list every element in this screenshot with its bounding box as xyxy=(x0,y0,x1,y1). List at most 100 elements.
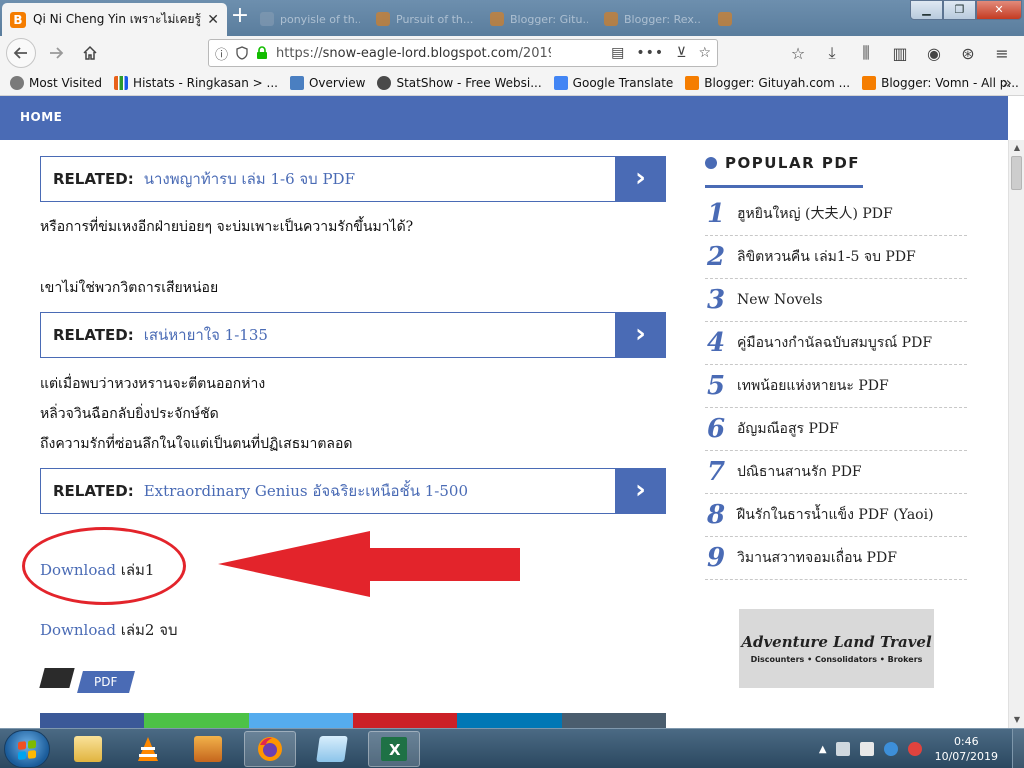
bookmark-overview[interactable]: Overview xyxy=(289,75,365,90)
downloads-icon[interactable]: ⤓ xyxy=(818,39,846,67)
menu-icon[interactable]: ≡ xyxy=(988,39,1016,67)
reader-view-icon[interactable]: ▤ xyxy=(611,45,624,61)
bookmark-histats[interactable]: Histats - Ringkasan > ... xyxy=(114,75,278,90)
page-scrollbar[interactable]: ▲ ▼ xyxy=(1008,140,1024,728)
share-pinterest-button[interactable] xyxy=(352,713,458,728)
sidebar-icon[interactable]: ▥ xyxy=(886,39,914,67)
tag-pdf[interactable]: PDF xyxy=(77,671,135,693)
popular-title[interactable]: ฝืนรักในธารน้ำแข็ง PDF (Yaoi) xyxy=(737,504,934,526)
tab-active[interactable]: B Qi Ni Cheng Yin เพราะไม่เคยรู้ว่า... ✕ xyxy=(2,3,227,36)
share-facebook-button[interactable] xyxy=(40,713,145,728)
bookmark-blogger-gituyah[interactable]: Blogger: Gituyah.com ... xyxy=(685,75,850,90)
background-tab[interactable] xyxy=(712,6,752,32)
ad-banner[interactable]: Adventure Land Travel Discounters • Cons… xyxy=(739,609,934,688)
file-explorer-icon xyxy=(74,736,102,762)
popular-title[interactable]: New Novels xyxy=(737,292,823,308)
back-button[interactable] xyxy=(6,38,36,68)
popular-title[interactable]: ลิขิตหวนคืน เล่ม1-5 จบ PDF xyxy=(737,246,916,268)
start-button[interactable] xyxy=(4,730,50,768)
related-box[interactable]: RELATED: นางพญาท้ารบ เล่ม 1-6 จบ PDF › xyxy=(40,156,666,202)
chevron-more-icon[interactable]: » xyxy=(1002,73,1012,92)
popular-rank: 4 xyxy=(707,328,726,358)
share-twitter-button[interactable] xyxy=(248,713,353,728)
url-bar[interactable]: ⓘ https://snow-eagle-lord.blogspot.com/2… xyxy=(208,39,718,67)
account-icon[interactable]: ◉ xyxy=(920,39,948,67)
popular-title[interactable]: เทพน้อยแห่งหายนะ PDF xyxy=(737,375,889,397)
bookmarks-star-icon[interactable]: ☆ xyxy=(784,39,812,67)
teamviewer-icon[interactable] xyxy=(883,742,898,756)
taskbar-notepad[interactable] xyxy=(306,731,358,767)
taskbar-vlc[interactable] xyxy=(122,731,174,767)
minimize-button[interactable]: ▁ xyxy=(910,0,943,20)
bookmark-most-visited[interactable]: Most Visited xyxy=(10,75,102,90)
share-whatsapp-button[interactable] xyxy=(144,713,249,728)
background-tab[interactable]: ponyisle of th... xyxy=(254,6,366,32)
popular-item[interactable]: 7 ปณิธานสานรัก PDF xyxy=(705,451,967,494)
bookmark-star-icon[interactable]: ☆ xyxy=(698,45,711,61)
forward-button[interactable] xyxy=(42,39,70,67)
download-link-vol2[interactable]: Download xyxy=(40,621,116,639)
taskbar-file-explorer[interactable] xyxy=(62,731,114,767)
page-actions-icon[interactable]: ••• xyxy=(636,45,664,61)
popular-item[interactable]: 1 ฮูหยินใหญ่ (大夫人) PDF xyxy=(705,193,967,236)
show-desktop-button[interactable] xyxy=(1012,729,1024,768)
tab-close-icon[interactable]: ✕ xyxy=(207,12,219,28)
popular-item[interactable]: 3 New Novels xyxy=(705,279,967,322)
close-window-button[interactable]: ✕ xyxy=(976,0,1022,20)
info-icon[interactable]: ⓘ xyxy=(215,44,228,63)
background-tab[interactable]: Blogger: Gitu... xyxy=(484,6,594,32)
related-link[interactable]: นางพญาท้ารบ เล่ม 1-6 จบ PDF xyxy=(144,167,355,191)
taskbar-excel[interactable]: X xyxy=(368,731,420,767)
background-tab[interactable]: Blogger: Rex... xyxy=(598,6,708,32)
nav-home-link[interactable]: HOME xyxy=(20,110,62,124)
new-tab-button[interactable]: + xyxy=(229,4,251,30)
popular-item[interactable]: 6 อัญมณีอสูร PDF xyxy=(705,408,967,451)
tray-expand-icon[interactable]: ▲ xyxy=(819,744,827,755)
taskbar-media-player[interactable] xyxy=(182,731,234,767)
scroll-down-icon[interactable]: ▼ xyxy=(1009,712,1024,728)
taskbar-firefox[interactable] xyxy=(244,731,296,767)
home-button[interactable] xyxy=(76,39,104,67)
excel-icon: X xyxy=(381,737,407,761)
popular-title[interactable]: ปณิธานสานรัก PDF xyxy=(737,461,862,483)
lock-icon[interactable] xyxy=(256,46,268,60)
library-icon[interactable]: ⫼ xyxy=(852,39,880,67)
pocket-icon[interactable]: ⊻ xyxy=(676,45,686,61)
popular-title[interactable]: ฮูหยินใหญ่ (大夫人) PDF xyxy=(737,203,893,225)
popular-title[interactable]: อัญมณีอสูร PDF xyxy=(737,418,839,440)
extension-icon[interactable]: ⊛ xyxy=(954,39,982,67)
share-more-button[interactable] xyxy=(561,713,666,728)
bookmark-statshow[interactable]: StatShow - Free Websi... xyxy=(377,75,542,90)
scroll-thumb[interactable] xyxy=(1011,156,1022,190)
popular-title[interactable]: วิมานสวาทจอมเถื่อน PDF xyxy=(737,547,897,569)
related-link[interactable]: Extraordinary Genius อัจฉริยะเหนือชั้น 1… xyxy=(144,479,468,503)
url-path: /2019/ xyxy=(518,45,551,61)
notification-icon[interactable] xyxy=(907,742,922,756)
chevron-right-icon[interactable]: › xyxy=(615,468,666,514)
bookmark-google-translate[interactable]: Google Translate xyxy=(553,75,673,90)
tracking-shield-icon[interactable] xyxy=(236,46,248,60)
popular-item[interactable]: 4 คู่มือนางกำนัลฉบับสมบูรณ์ PDF xyxy=(705,322,967,365)
popular-item[interactable]: 5 เทพน้อยแห่งหายนะ PDF xyxy=(705,365,967,408)
clock[interactable]: 0:46 10/07/2019 xyxy=(935,734,998,764)
background-tab[interactable]: Pursuit of th... xyxy=(370,6,480,32)
related-box[interactable]: RELATED: Extraordinary Genius อัจฉริยะเห… xyxy=(40,468,666,514)
tab-favicon-icon xyxy=(490,12,504,26)
volume-icon[interactable] xyxy=(859,742,874,756)
chevron-right-icon[interactable]: › xyxy=(615,156,666,202)
network-icon[interactable] xyxy=(835,742,850,756)
bar-chart-icon xyxy=(114,75,129,90)
popular-item[interactable]: 2 ลิขิตหวนคืน เล่ม1-5 จบ PDF xyxy=(705,236,967,279)
share-linkedin-button[interactable] xyxy=(457,713,562,728)
popular-item[interactable]: 8 ฝืนรักในธารน้ำแข็ง PDF (Yaoi) xyxy=(705,494,967,537)
maximize-button[interactable]: ❐ xyxy=(943,0,976,20)
url-text[interactable]: https://snow-eagle-lord.blogspot.com/201… xyxy=(276,46,551,61)
popular-rank: 1 xyxy=(707,199,726,229)
popular-title[interactable]: คู่มือนางกำนัลฉบับสมบูรณ์ PDF xyxy=(737,332,932,354)
scroll-up-icon[interactable]: ▲ xyxy=(1009,140,1024,156)
related-link[interactable]: เสน่หายาใจ 1-135 xyxy=(144,323,268,347)
related-box[interactable]: RELATED: เสน่หายาใจ 1-135 › xyxy=(40,312,666,358)
chevron-right-icon[interactable]: › xyxy=(615,312,666,358)
popular-item[interactable]: 9 วิมานสวาทจอมเถื่อน PDF xyxy=(705,537,967,580)
bookmark-blogger-vomn[interactable]: Blogger: Vomn - All p... xyxy=(862,75,1019,90)
